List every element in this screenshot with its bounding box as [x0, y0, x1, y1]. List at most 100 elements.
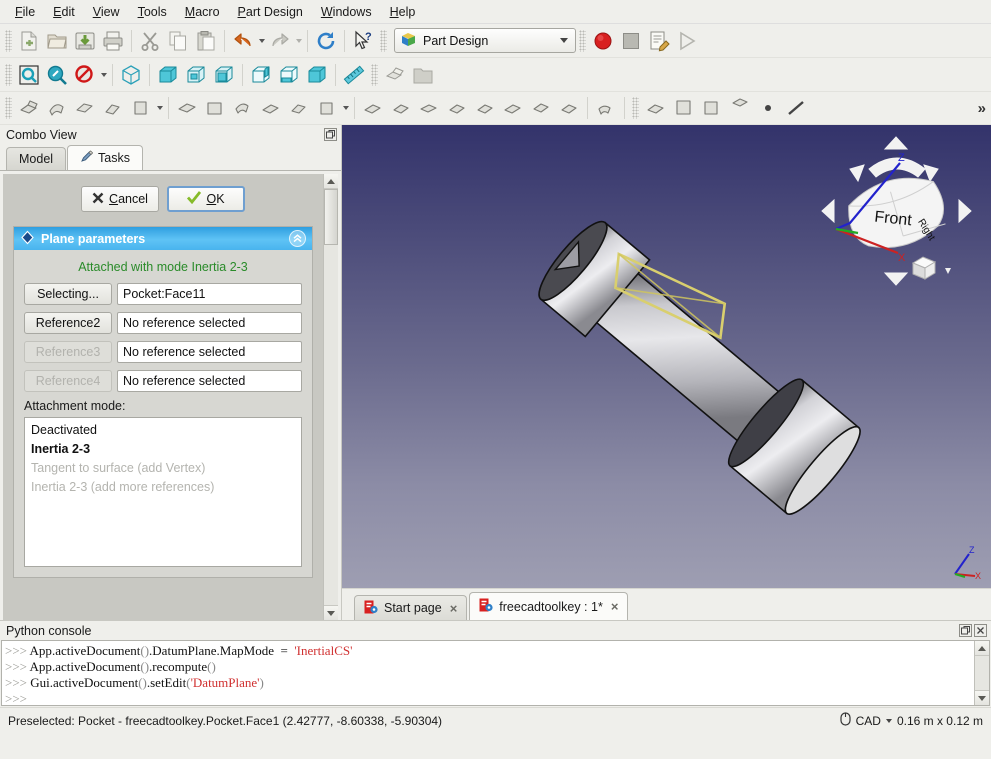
boolean-icon[interactable] — [592, 94, 620, 122]
linear-pattern-icon[interactable] — [499, 94, 527, 122]
reference-input-1[interactable]: Pocket:Face11 — [117, 283, 302, 305]
tasks-scrollbar[interactable] — [323, 174, 338, 620]
toolbar-dropdown-icon[interactable] — [155, 96, 164, 120]
axonometric-view-icon[interactable] — [117, 61, 145, 89]
scroll-down-arrow-icon[interactable] — [324, 605, 338, 620]
rear-view-icon[interactable] — [247, 61, 275, 89]
left-view-icon[interactable] — [303, 61, 331, 89]
macro-record-icon[interactable] — [589, 27, 617, 55]
scrollbar-track[interactable] — [975, 656, 989, 690]
draw-style-icon[interactable] — [71, 61, 99, 89]
reference-input-4[interactable]: No reference selected — [117, 370, 302, 392]
draw-style-dropdown-icon[interactable] — [99, 63, 108, 87]
paste-icon[interactable] — [192, 27, 220, 55]
cut-scissors-icon[interactable] — [136, 27, 164, 55]
3d-viewport[interactable]: Front Right Z X Z X — [342, 125, 991, 588]
refresh-icon[interactable] — [312, 27, 340, 55]
toolbar-overflow-button[interactable]: » — [978, 100, 986, 117]
datum-point-icon[interactable] — [754, 94, 782, 122]
scroll-up-arrow-icon[interactable] — [975, 641, 989, 656]
create-body-icon[interactable] — [642, 94, 670, 122]
print-icon[interactable] — [99, 27, 127, 55]
workbench-selector[interactable]: Part Design — [394, 28, 576, 53]
pocket-icon[interactable] — [173, 94, 201, 122]
macro-edit-icon[interactable] — [645, 27, 673, 55]
attachment-mode-item[interactable]: Inertia 2-3 — [25, 440, 301, 459]
home-view-cube-icon[interactable] — [909, 253, 961, 283]
additive-loft-icon[interactable] — [71, 94, 99, 122]
pad-icon[interactable] — [15, 94, 43, 122]
workbench-icon[interactable] — [381, 61, 409, 89]
draft-icon[interactable] — [415, 94, 443, 122]
chevron-up-icon[interactable] — [289, 230, 306, 247]
chevron-down-icon[interactable] — [885, 718, 892, 723]
right-view-icon[interactable] — [210, 61, 238, 89]
chamfer-icon[interactable] — [387, 94, 415, 122]
measure-ruler-icon[interactable] — [340, 61, 368, 89]
subtractive-pipe-icon[interactable] — [285, 94, 313, 122]
close-icon[interactable]: × — [450, 601, 458, 616]
create-sketch-icon[interactable] — [670, 94, 698, 122]
additive-box-icon[interactable] — [127, 94, 155, 122]
scrollbar-thumb[interactable] — [324, 189, 338, 245]
navigation-style-label[interactable]: CAD — [856, 714, 881, 728]
toolbar-grip[interactable] — [5, 97, 12, 119]
menu-file[interactable]: File — [6, 2, 44, 22]
scroll-down-arrow-icon[interactable] — [975, 690, 989, 705]
front-view-icon[interactable] — [154, 61, 182, 89]
folder-icon[interactable] — [409, 61, 437, 89]
toolbar-grip[interactable] — [5, 63, 12, 86]
toolbar-grip[interactable] — [579, 29, 586, 52]
tab-model[interactable]: Model — [6, 147, 67, 170]
close-icon[interactable]: × — [611, 599, 619, 614]
redo-arrow-icon[interactable] — [266, 27, 294, 55]
hole-icon[interactable] — [201, 94, 229, 122]
datum-line-icon[interactable] — [782, 94, 810, 122]
python-console-output[interactable]: >>> App.activeDocument().DatumPlane.MapM… — [1, 640, 990, 706]
menu-windows[interactable]: Windows — [312, 2, 381, 22]
new-document-icon[interactable] — [15, 27, 43, 55]
thickness-icon[interactable] — [443, 94, 471, 122]
fit-all-icon[interactable] — [15, 61, 43, 89]
scrollbar-track[interactable] — [324, 189, 338, 605]
whats-this-icon[interactable]: ? — [349, 27, 377, 55]
undo-arrow-icon[interactable] — [229, 27, 257, 55]
reference-input-3[interactable]: No reference selected — [117, 341, 302, 363]
cancel-button[interactable]: Cancel — [81, 186, 159, 212]
toolbar-grip[interactable] — [371, 63, 378, 86]
python-console-scrollbar[interactable] — [974, 641, 989, 705]
attachment-mode-list[interactable]: Deactivated Inertia 2-3 Tangent to surface… — [24, 417, 302, 567]
menu-macro[interactable]: Macro — [176, 2, 229, 22]
mirrored-icon[interactable] — [471, 94, 499, 122]
reference-input-2[interactable]: No reference selected — [117, 312, 302, 334]
ok-button[interactable]: OK — [167, 186, 245, 212]
attach-sketch-icon[interactable] — [698, 94, 726, 122]
create-datum-icon[interactable] — [726, 94, 754, 122]
float-panel-icon[interactable] — [959, 624, 972, 637]
tab-tasks[interactable]: Tasks — [67, 145, 143, 170]
float-panel-icon[interactable] — [324, 128, 337, 141]
reference-button-2[interactable]: Reference2 — [24, 312, 112, 334]
toolbar-grip[interactable] — [5, 29, 12, 52]
undo-dropdown-icon[interactable] — [257, 29, 266, 53]
menu-view[interactable]: View — [84, 2, 129, 22]
toolbar-dropdown-icon[interactable] — [341, 96, 350, 120]
multi-transform-icon[interactable] — [555, 94, 583, 122]
reference-button-1[interactable]: Selecting... — [24, 283, 112, 305]
document-tab[interactable]: Start page × — [354, 595, 468, 620]
chevron-down-icon[interactable] — [560, 38, 568, 43]
subtractive-loft-icon[interactable] — [257, 94, 285, 122]
document-tab[interactable]: freecadtoolkey : 1* × — [469, 592, 629, 620]
save-icon[interactable] — [71, 27, 99, 55]
macro-play-icon[interactable] — [673, 27, 701, 55]
revolution-icon[interactable] — [43, 94, 71, 122]
redo-dropdown-icon[interactable] — [294, 29, 303, 53]
bottom-view-icon[interactable] — [275, 61, 303, 89]
additive-pipe-icon[interactable] — [99, 94, 127, 122]
scroll-up-arrow-icon[interactable] — [324, 174, 338, 189]
copy-icon[interactable] — [164, 27, 192, 55]
polar-pattern-icon[interactable] — [527, 94, 555, 122]
top-view-icon[interactable] — [182, 61, 210, 89]
menu-tools[interactable]: Tools — [129, 2, 176, 22]
fit-selection-icon[interactable] — [43, 61, 71, 89]
